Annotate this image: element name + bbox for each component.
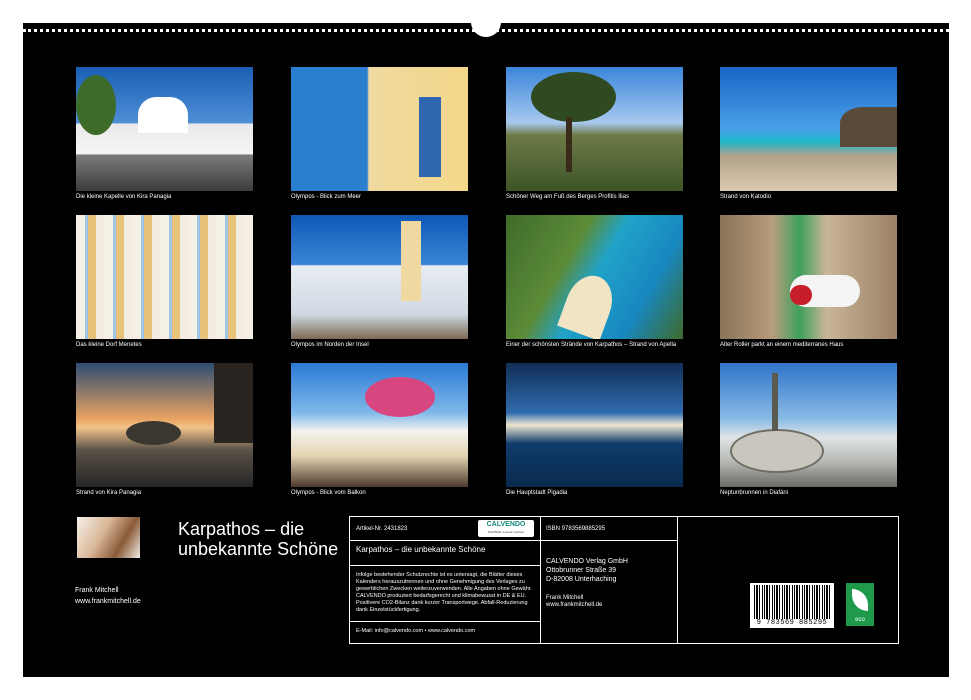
- article-column: Artikel-Nr. 2431823 CALVENDO Weil Bilder…: [350, 517, 541, 643]
- photo-3: [506, 67, 683, 191]
- logo-sub: Weil Bilder Freude machen: [487, 530, 525, 534]
- photo-caption: Olympos im Norden der Insel: [291, 342, 369, 348]
- photo-1: [76, 67, 253, 191]
- publisher-street: Ottobrunner Straße 39: [546, 567, 617, 574]
- publisher-column: ISBN 9783569885295 CALVENDO Verlag GmbH …: [541, 517, 678, 643]
- photo-5: [76, 215, 253, 339]
- photo-caption: Olympos - Blick vom Balkon: [291, 490, 366, 496]
- publisher-name: CALVENDO Verlag GmbH: [546, 558, 628, 565]
- author-name: Frank Mitchell: [75, 587, 119, 594]
- calendar-title: Karpathos – die unbekannte Schöne: [178, 519, 339, 559]
- barcode-column: 9 783569 885295 eco: [678, 517, 898, 643]
- barcode-bars: [754, 585, 830, 619]
- photo-12: [720, 363, 897, 487]
- eco-label: eco: [855, 617, 865, 623]
- legal-paragraph: Infolge bestehender Schutzrechte ist es …: [356, 572, 532, 592]
- photo-4: [720, 67, 897, 191]
- barcode-number: 9 783569 885295: [756, 619, 828, 627]
- contact-line: E-Mail: info@calvendo.com • www.calvendo…: [356, 628, 476, 634]
- photo-9: [76, 363, 253, 487]
- photo-caption: Olympos - Blick zum Meer: [291, 194, 362, 200]
- photo-caption: Neptunbrunnen in Diafáni: [720, 490, 789, 496]
- calendar-title-small: Karpathos – die unbekannte Schöne: [356, 545, 486, 554]
- legal-text: Infolge bestehender Schutzrechte ist es …: [356, 572, 536, 614]
- publisher-city: D-82008 Unterhaching: [546, 576, 617, 583]
- barcode: 9 783569 885295: [750, 583, 834, 628]
- eco-badge: eco: [846, 583, 874, 626]
- photo-11: [506, 363, 683, 487]
- isbn: ISBN 9783569885295: [546, 526, 606, 532]
- photographer-portrait: [77, 517, 140, 558]
- legal-paragraph: CALVENDO produziert bedarfsgerecht und k…: [356, 593, 528, 613]
- photo-caption: Das kleine Dorf Menetes: [76, 342, 142, 348]
- logo-text: CALVENDO: [486, 521, 526, 528]
- photographer-web: www.frankmitchell.de: [546, 602, 603, 608]
- author-block: Frank Mitchell www.frankmitchell.de: [75, 585, 141, 607]
- publisher-info-box: Artikel-Nr. 2431823 CALVENDO Weil Bilder…: [349, 516, 899, 644]
- photo-caption: Alter Roller parkt an einem mediterranes…: [720, 342, 844, 348]
- photo-caption: Die kleine Kapelle von Kira Panagia: [76, 194, 172, 200]
- hanging-notch: [471, 23, 501, 37]
- photographer-block: Frank Mitchell www.frankmitchell.de: [546, 595, 602, 609]
- leaf-icon: [852, 589, 868, 611]
- photo-caption: Strand von Katodio: [720, 194, 772, 200]
- author-website: www.frankmitchell.de: [75, 598, 141, 605]
- calendar-back-page: Die kleine Kapelle von Kira Panagia Olym…: [23, 23, 949, 677]
- calvendo-logo: CALVENDO Weil Bilder Freude machen: [478, 520, 534, 537]
- photographer-name: Frank Mitchell: [546, 595, 584, 601]
- photo-caption: Strand von Kira Panagia: [76, 490, 142, 496]
- photo-7: [506, 215, 683, 339]
- photo-caption: Die Hauptstadt Pigadia: [506, 490, 568, 496]
- photo-6: [291, 215, 468, 339]
- photo-caption: Schöner Weg am Fuß des Berges Profitis I…: [506, 194, 629, 200]
- photo-8: [720, 215, 897, 339]
- photo-10: [291, 363, 468, 487]
- photo-caption: Einer der schönsten Strände von Karpatho…: [506, 342, 677, 348]
- article-number: Artikel-Nr. 2431823: [356, 526, 408, 532]
- photo-2: [291, 67, 468, 191]
- publisher-address: CALVENDO Verlag GmbH Ottobrunner Straße …: [546, 557, 628, 584]
